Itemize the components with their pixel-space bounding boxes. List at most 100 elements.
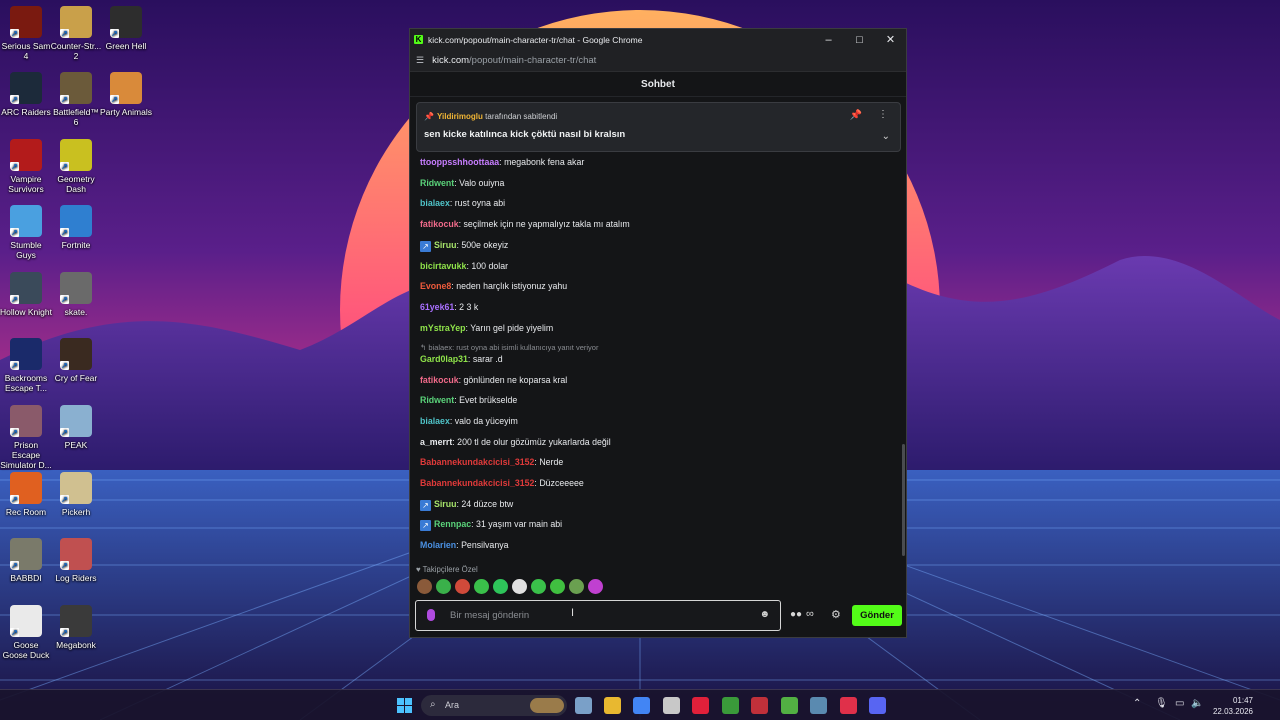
volume-icon[interactable]: 🔈 — [1191, 698, 1203, 709]
address-bar[interactable]: ☰ kick.com/popout/main-character-tr/chat — [410, 50, 906, 72]
chat-username[interactable]: Babannekundakcicisi_3152 — [420, 478, 534, 488]
opera-icon[interactable] — [692, 697, 709, 714]
chat-message[interactable]: ttooppsshhoottaaa: megabonk fena akar — [420, 157, 584, 167]
file-explorer-icon[interactable] — [604, 697, 621, 714]
desktop-icon[interactable]: ↗ Pickerh — [50, 472, 102, 517]
chat-input[interactable]: Bir mesaj gönderin I ☻ — [415, 600, 781, 631]
unpin-icon[interactable]: 📌 — [850, 110, 862, 121]
chat-message[interactable]: Gard0lap31: sarar .d — [420, 354, 503, 364]
emote-icon[interactable] — [512, 579, 527, 594]
chat-username[interactable]: Gard0lap31 — [420, 354, 468, 364]
gear-icon[interactable]: ⚙ — [831, 608, 841, 621]
chat-username[interactable]: Ridwent — [420, 395, 454, 405]
chat-message[interactable]: fatikocuk: seçilmek için ne yapmalıyız t… — [420, 219, 630, 229]
emote-icon[interactable] — [493, 579, 508, 594]
discord-icon[interactable] — [869, 697, 886, 714]
chat-username[interactable]: a_merrt — [420, 437, 452, 447]
desktop-icon[interactable]: ↗ Fortnite — [50, 205, 102, 250]
microphone-tray-icon[interactable]: 🎙 — [1155, 698, 1168, 709]
xbox-app-icon[interactable] — [781, 697, 798, 714]
chat-username[interactable]: bicirtavukk — [420, 261, 466, 271]
emote-icon[interactable] — [436, 579, 451, 594]
settings-icon[interactable] — [575, 697, 592, 714]
desktop-icon[interactable]: ↗ BABBDI — [0, 538, 52, 583]
chat-message[interactable]: ↗ Siruu: 24 düzce btw — [420, 499, 513, 511]
chat-message[interactable]: 61yek61: 2 3 k — [420, 302, 478, 312]
chat-username[interactable]: bialaex — [420, 198, 450, 208]
chat-message[interactable]: Evone8: neden harçlık istiyonuz yahu — [420, 281, 567, 291]
chat-username[interactable]: 61yek61 — [420, 302, 454, 312]
opera-gx-icon[interactable] — [840, 697, 857, 714]
chat-message[interactable]: bialaex: rust oyna abi — [420, 198, 505, 208]
chat-message[interactable]: Molarien: Pensilvanya — [420, 540, 509, 550]
redapp-icon[interactable] — [751, 697, 768, 714]
obs-icon[interactable] — [663, 697, 680, 714]
desktop-icon[interactable]: ↗ Cry of Fear — [50, 338, 102, 383]
emote-icon[interactable] — [455, 579, 470, 594]
desktop-icon[interactable]: ↗ Goose Goose Duck — [0, 605, 52, 660]
chat-username[interactable]: Babannekundakcicisi_3152 — [420, 457, 534, 467]
window-titlebar[interactable]: K kick.com/popout/main-character-tr/chat… — [410, 29, 906, 50]
emote-icon[interactable] — [474, 579, 489, 594]
desktop-icon[interactable]: ↗ Party Animals — [100, 72, 152, 117]
emote-icon[interactable] — [531, 579, 546, 594]
chat-username[interactable]: Siruu — [434, 240, 456, 250]
desktop-icon[interactable]: ↗ Hollow Knight — [0, 272, 52, 317]
chat-message[interactable]: a_merrt: 200 tl de olur gözümüz yukarlar… — [420, 437, 611, 447]
chat-username[interactable]: fatikocuk — [420, 375, 459, 385]
windows-start-icon[interactable] — [396, 697, 413, 714]
chat-message[interactable]: Ridwent: Evet brükselde — [420, 395, 517, 405]
desktop-icon[interactable]: ↗ Megabonk — [50, 605, 102, 650]
chat-username[interactable]: Molarien — [420, 540, 456, 550]
infinity-icon[interactable]: ∞ — [806, 608, 814, 620]
desktop-icon[interactable]: ↗ Geometry Dash — [50, 139, 102, 194]
chat-username[interactable]: bialaex — [420, 416, 450, 426]
emote-icon[interactable] — [417, 579, 432, 594]
chat-scrollbar[interactable] — [902, 444, 905, 556]
network-icon[interactable]: ▭ — [1175, 698, 1184, 709]
site-info-icon[interactable]: ☰ — [416, 55, 424, 66]
chevron-up-icon[interactable]: ⌃ — [1133, 698, 1141, 709]
chevron-down-icon[interactable]: ⌄ — [882, 131, 890, 142]
microphone-icon[interactable] — [427, 609, 435, 621]
desktop-icon[interactable]: ↗ Stumble Guys — [0, 205, 52, 260]
emote-icon[interactable] — [550, 579, 565, 594]
xbox-icon[interactable] — [722, 697, 739, 714]
users-icon[interactable]: ●● — [790, 609, 802, 620]
desktop-icon[interactable]: ↗ Counter-Str... 2 — [50, 6, 102, 61]
desktop-icon[interactable]: ↗ Vampire Survivors — [0, 139, 52, 194]
chat-message[interactable]: Babannekundakcicisi_3152: Nerde — [420, 457, 563, 467]
taskbar-clock[interactable]: 01:47 22.03.2026 — [1207, 695, 1253, 717]
desktop-icon[interactable]: ↗ Prison Escape Simulator D... — [0, 405, 52, 470]
chat-message[interactable]: Babannekundakcicisi_3152: Düzceeeee — [420, 478, 584, 488]
chat-username[interactable]: Rennpac — [434, 519, 471, 529]
emoji-icon[interactable]: ☻ — [759, 609, 770, 620]
desktop-icon[interactable]: ↗ Green Hell — [100, 6, 152, 51]
chat-username[interactable]: fatikocuk — [420, 219, 459, 229]
desktop-icon[interactable]: ↗ Log Riders — [50, 538, 102, 583]
steam-icon[interactable] — [810, 697, 827, 714]
chat-message[interactable]: bicirtavukk: 100 dolar — [420, 261, 508, 271]
desktop-icon[interactable]: ↗ ARC Raiders — [0, 72, 52, 117]
taskbar-search[interactable]: ⌕ Ara — [421, 695, 567, 716]
chat-message[interactable]: ↗ Siruu: 500e okeyiz — [420, 240, 508, 252]
desktop-icon[interactable]: ↗ Rec Room — [0, 472, 52, 517]
minimize-button[interactable]: – — [813, 34, 844, 46]
chat-username[interactable]: mYstraYep — [420, 323, 465, 333]
emote-icon[interactable] — [588, 579, 603, 594]
chat-message[interactable]: bialaex: valo da yüceyim — [420, 416, 518, 426]
send-button[interactable]: Gönder — [852, 605, 902, 626]
chat-username[interactable]: Evone8 — [420, 281, 451, 291]
desktop-icon[interactable]: ↗ Serious Sam 4 — [0, 6, 52, 61]
desktop-icon[interactable]: ↗ PEAK — [50, 405, 102, 450]
chat-message[interactable]: Ridwent: Valo ouiyna — [420, 178, 504, 188]
chat-message[interactable]: ↗ Rennpac: 31 yaşım var main abi — [420, 519, 562, 531]
chat-message[interactable]: mYstraYep: Yarın gel pide yiyelim — [420, 323, 553, 333]
desktop-icon[interactable]: ↗ skate. — [50, 272, 102, 317]
close-button[interactable]: ✕ — [875, 33, 906, 46]
desktop-icon[interactable]: ↗ Battlefield™ 6 — [50, 72, 102, 127]
more-options-icon[interactable]: ⋮ — [878, 109, 888, 120]
emote-icon[interactable] — [569, 579, 584, 594]
chat-username[interactable]: Siruu — [434, 499, 456, 509]
pinned-message[interactable]: 📌 Yildirimoglu tarafından sabitlendi sen … — [416, 102, 901, 152]
